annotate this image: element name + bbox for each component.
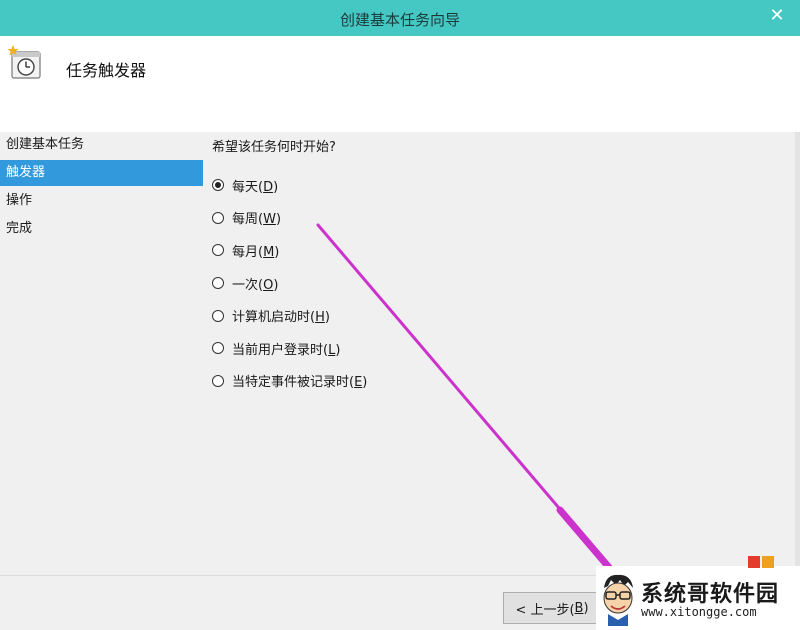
option-once-label: 一次(O) (232, 277, 279, 293)
task-clock-icon (7, 45, 41, 79)
watermark-url: www.xitongge.com (641, 605, 757, 619)
option-at-startup[interactable]: 计算机启动时(H) (212, 299, 772, 332)
windows-logo-icon (748, 556, 776, 568)
option-monthly-label: 每月(M) (232, 244, 280, 260)
title-bar: 创建基本任务向导 ✕ (0, 0, 800, 36)
radio-daily[interactable] (212, 179, 224, 192)
option-daily-label: 每天(D) (232, 179, 279, 195)
radio-once[interactable] (212, 277, 224, 290)
option-monthly[interactable]: 每月(M) (212, 234, 772, 267)
trigger-options-panel: 希望该任务何时开始? 每天(D) 每周(W) 每月(M) 一次(O) 计算机启动… (212, 136, 772, 397)
sidebar-item-trigger[interactable]: 触发器 (0, 160, 203, 186)
option-on-event-label: 当特定事件被记录时(E) (232, 375, 368, 391)
sidebar-item-finish[interactable]: 完成 (0, 216, 203, 242)
cartoon-face-logo (603, 574, 633, 626)
trigger-question: 希望该任务何时开始? (212, 140, 336, 155)
watermark-title: 系统哥软件园 (641, 582, 780, 607)
radio-at-logon[interactable] (212, 342, 224, 355)
sidebar-item-create-basic-task[interactable]: 创建基本任务 (0, 132, 203, 158)
option-at-startup-label: 计算机启动时(H) (232, 310, 330, 326)
radio-weekly[interactable] (212, 211, 224, 224)
close-button[interactable]: ✕ (754, 0, 800, 30)
radio-monthly[interactable] (212, 244, 224, 257)
radio-at-startup[interactable] (212, 309, 224, 322)
option-weekly[interactable]: 每周(W) (212, 202, 772, 235)
site-watermark: 系统哥软件园 www.xitongge.com (596, 566, 800, 630)
sidebar-item-action[interactable]: 操作 (0, 188, 203, 214)
back-button[interactable]: < 上一步(B) (503, 592, 601, 624)
option-daily[interactable]: 每天(D) (212, 169, 772, 202)
right-edge-strip (795, 132, 800, 622)
page-title: 任务触发器 (66, 61, 147, 80)
option-on-event[interactable]: 当特定事件被记录时(E) (212, 365, 772, 398)
wizard-steps-sidebar: 创建基本任务 触发器 操作 完成 (0, 132, 203, 244)
option-at-logon[interactable]: 当前用户登录时(L) (212, 332, 772, 365)
option-weekly-label: 每周(W) (232, 212, 282, 228)
window-title: 创建基本任务向导 (339, 11, 460, 29)
option-at-logon-label: 当前用户登录时(L) (232, 342, 341, 358)
wizard-header: 任务触发器 (0, 36, 800, 132)
close-icon: ✕ (769, 4, 785, 26)
radio-on-event[interactable] (212, 374, 224, 387)
option-once[interactable]: 一次(O) (212, 267, 772, 300)
